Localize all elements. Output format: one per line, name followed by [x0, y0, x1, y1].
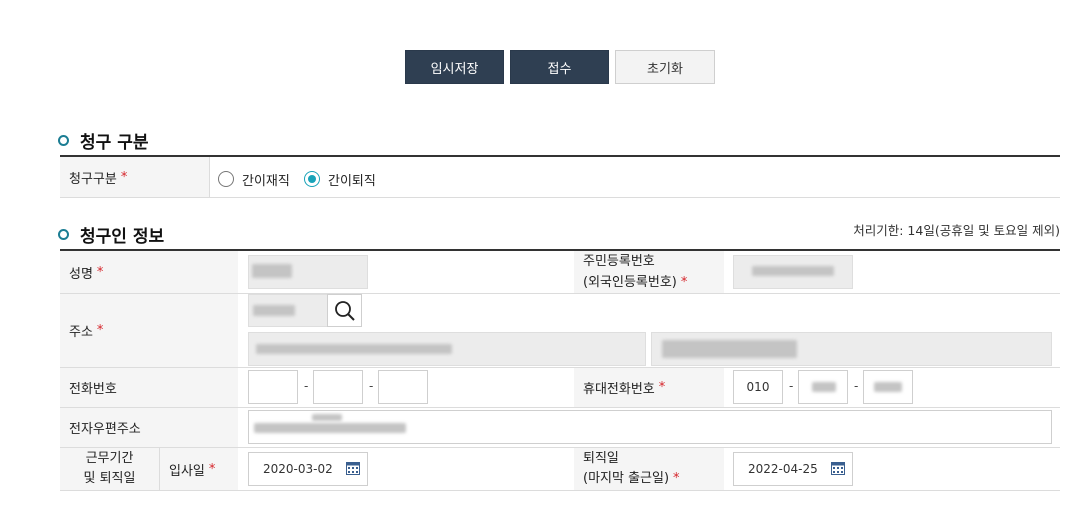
- hire-date-label: 입사일 *: [160, 448, 238, 490]
- phone-separator: -: [304, 379, 309, 393]
- masked-text: [252, 264, 292, 278]
- work-period-label: 근무기간 및 퇴직일: [60, 448, 159, 490]
- radio-simple-retired[interactable]: [304, 171, 320, 187]
- phone-part2-input[interactable]: [313, 370, 363, 404]
- processing-deadline-note: 처리기한: 14일(공휴일 및 토요일 제외): [853, 223, 1060, 238]
- section-bullet-icon: [58, 229, 69, 240]
- temp-save-button[interactable]: 임시저장: [405, 50, 504, 84]
- masked-text: [254, 423, 406, 433]
- masked-text: [874, 382, 902, 392]
- leave-date-label: 퇴직일 (마지막 출근일) *: [574, 448, 724, 490]
- masked-text: [312, 414, 342, 421]
- section-bullet-icon: [58, 135, 69, 146]
- mobile-separator: -: [789, 379, 794, 393]
- phone-separator: -: [369, 379, 374, 393]
- email-label: 전자우편주소: [60, 408, 238, 447]
- row-divider: [60, 197, 1060, 198]
- masked-text: [253, 305, 295, 316]
- radio-simple-employed-label: 간이재직: [242, 174, 290, 189]
- row-divider: [60, 490, 1060, 491]
- phone-part3-input[interactable]: [378, 370, 428, 404]
- name-label: 성명 *: [60, 251, 238, 293]
- radio-simple-retired-label: 간이퇴직: [328, 174, 376, 189]
- claimant-section-title: 청구인 정보: [58, 222, 164, 247]
- radio-simple-employed[interactable]: [218, 171, 234, 187]
- phone-label: 전화번호: [60, 368, 238, 407]
- rrn-label: 주민등록번호 (외국인등록번호) *: [574, 251, 724, 293]
- address-search-button[interactable]: [327, 294, 362, 327]
- submit-button[interactable]: 접수: [510, 50, 609, 84]
- mobile-part1-input[interactable]: 010: [733, 370, 783, 404]
- masked-text: [812, 382, 836, 392]
- calendar-icon[interactable]: [346, 461, 360, 475]
- masked-text: [256, 344, 452, 354]
- masked-text: [752, 266, 834, 276]
- claim-section-title: 청구 구분: [58, 128, 148, 153]
- section-top-border: [60, 155, 1060, 157]
- claim-type-label: 청구구분 *: [60, 157, 209, 197]
- search-icon: [334, 300, 355, 321]
- cell-divider: [209, 157, 210, 197]
- mobile-label: 휴대전화번호 *: [574, 368, 724, 407]
- phone-part1-input[interactable]: [248, 370, 298, 404]
- reset-button[interactable]: 초기화: [615, 50, 715, 84]
- masked-text: [662, 340, 797, 358]
- address-label: 주소 *: [60, 294, 238, 367]
- mobile-separator: -: [854, 379, 859, 393]
- calendar-icon[interactable]: [831, 461, 845, 475]
